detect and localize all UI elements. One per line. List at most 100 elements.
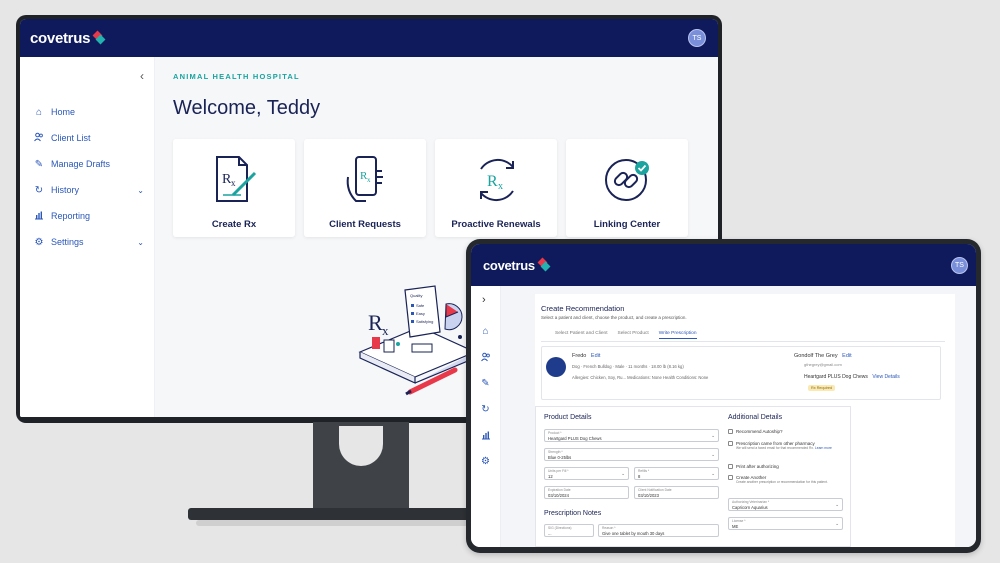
- svg-text:R: R: [368, 310, 383, 335]
- chevron-down-icon: ⌄: [711, 452, 715, 457]
- pencil-icon[interactable]: ✎: [471, 378, 500, 404]
- panel-title: Create Recommendation: [541, 304, 625, 313]
- additional-details-title: Additional Details: [728, 414, 783, 421]
- phone-rx-icon: R x: [346, 156, 383, 202]
- client-requests-card[interactable]: R x Client Requests: [304, 139, 426, 237]
- sidebar-item-label: Client List: [51, 133, 91, 143]
- svg-text:x: x: [231, 178, 236, 188]
- sidebar-item-home[interactable]: ⌂ Home: [20, 99, 154, 125]
- create-another-checkbox[interactable]: Create Another Create another prescripti…: [728, 475, 843, 484]
- clients-icon[interactable]: [471, 352, 500, 378]
- checkbox[interactable]: [728, 464, 733, 469]
- prescription-form: Product Details Product * Heartgard PLUS…: [535, 406, 851, 547]
- top-bar: covetrus TS: [20, 19, 718, 57]
- expand-sidebar-icon[interactable]: ›: [482, 294, 486, 306]
- renewal-rx-icon: R x: [480, 158, 514, 202]
- checkbox-note: Create another prescription or recommend…: [736, 480, 828, 484]
- sig-directions-field[interactable]: SIG (Directions) ...: [544, 524, 594, 537]
- step-select-patient[interactable]: Select Patient and Client: [555, 331, 608, 339]
- checkbox[interactable]: [728, 429, 733, 434]
- card-label: Client Requests: [329, 219, 401, 230]
- step-write-prescription[interactable]: Write Prescription: [658, 331, 697, 339]
- field-value: 8: [638, 474, 641, 480]
- covetrus-logo[interactable]: covetrus: [30, 30, 106, 47]
- svg-text:x: x: [382, 323, 389, 338]
- product-name: Heartgard PLUS Dog Chews: [804, 374, 868, 380]
- avatar[interactable]: TS: [688, 29, 706, 47]
- field-value: ME: [732, 524, 739, 530]
- patient-name-row: Fredo Edit: [572, 353, 600, 359]
- field-value: Capricorn Aquarius: [732, 505, 768, 511]
- create-rx-card[interactable]: R x Create Rx: [173, 139, 295, 237]
- sex: Male: [615, 364, 625, 369]
- client-email: gthegrey@gmail.com: [804, 362, 842, 367]
- units-select[interactable]: Units per Fill * 12 ⌄: [544, 467, 629, 480]
- covetrus-logo[interactable]: covetrus: [483, 257, 551, 273]
- divider: [541, 341, 945, 342]
- edit-patient-link[interactable]: Edit: [591, 353, 600, 359]
- sidebar-item-client-list[interactable]: Client List: [20, 125, 154, 151]
- clients-icon: [32, 132, 46, 145]
- sidebar: ‹ ⌂ Home Client List ✎ Manage Drafts ↻ H…: [20, 57, 155, 417]
- checkbox[interactable]: [728, 475, 733, 480]
- sidebar-item-label: History: [51, 185, 80, 195]
- patient-summary-card: Fredo Edit Dog · French Bulldog · Male ·…: [541, 346, 941, 400]
- expiration-date-field[interactable]: Expiration Date 03/10/2024: [544, 486, 629, 499]
- gear-icon: ⚙: [34, 236, 44, 248]
- field-label: Units per Fill *: [548, 469, 569, 473]
- checkbox-label: Print after authorizing: [736, 464, 779, 469]
- action-cards: R x Create Rx R x Client Requests R x Pr…: [173, 139, 688, 237]
- refills-select[interactable]: Refills * 8 ⌄: [634, 467, 719, 480]
- authorizing-vet-select[interactable]: Authorizing Veterinarian * Capricorn Aqu…: [728, 498, 843, 511]
- checkbox-label: Recommend Autoship?: [736, 429, 783, 434]
- chevron-down-icon: ⌄: [711, 433, 715, 438]
- card-label: Linking Center: [593, 219, 661, 230]
- history-icon[interactable]: ↻: [471, 404, 500, 430]
- other-pharmacy-checkbox[interactable]: Prescription came from other pharmacy We…: [728, 441, 843, 450]
- sidebar-item-reporting[interactable]: Reporting: [20, 203, 154, 229]
- sidebar-item-settings[interactable]: ⚙ Settings ⌄: [20, 229, 154, 255]
- checklist-item: Safe: [416, 303, 425, 308]
- edit-client-link[interactable]: Edit: [842, 353, 851, 359]
- sidebar-nav: ⌂ Home Client List ✎ Manage Drafts ↻ His…: [20, 99, 154, 255]
- reason-field[interactable]: Reason * Give one tablet by mouth 30 day…: [598, 524, 719, 537]
- allergies-label: Allergies:: [572, 375, 590, 380]
- field-value: Blue 0-25lbs: [548, 455, 572, 461]
- checklist-item: Satisfying: [416, 319, 433, 324]
- field-value: Heartgard PLUS Dog Chews: [548, 436, 602, 442]
- learn-more-link[interactable]: Learn more: [815, 446, 832, 450]
- field-label: SIG (Directions): [548, 526, 572, 530]
- checkbox[interactable]: [728, 441, 733, 446]
- view-details-link[interactable]: View Details: [872, 374, 899, 380]
- sidebar-item-manage-drafts[interactable]: ✎ Manage Drafts: [20, 151, 154, 177]
- linking-center-card[interactable]: Linking Center: [566, 139, 688, 237]
- proactive-renewals-card[interactable]: R x Proactive Renewals: [435, 139, 557, 237]
- client-name-row: Gondolf The Grey Edit: [794, 353, 852, 359]
- step-select-product[interactable]: Select Product: [618, 331, 649, 339]
- checklist-title: Quality: [410, 293, 422, 298]
- logo-mark-icon: [92, 30, 106, 45]
- chevron-down-icon: ⌄: [835, 521, 839, 526]
- notification-date-field[interactable]: Client Notification Date 03/10/2023: [634, 486, 719, 499]
- logo-text: covetrus: [483, 257, 535, 273]
- age: 11 months: [628, 364, 648, 369]
- chart-icon[interactable]: [471, 430, 500, 456]
- avatar[interactable]: TS: [951, 256, 968, 274]
- field-value: 03/10/2023: [638, 493, 659, 499]
- tablet-device: covetrus TS › ⌂ ✎ ↻ ⚙ Create Recommendat…: [466, 239, 981, 553]
- product-select[interactable]: Product * Heartgard PLUS Dog Chews ⌄: [544, 429, 719, 442]
- svg-text:x: x: [498, 181, 503, 192]
- strength-select[interactable]: Strength * Blue 0-25lbs ⌄: [544, 448, 719, 461]
- collapse-sidebar-icon[interactable]: ‹: [140, 69, 144, 83]
- tablet-top-bar: covetrus TS: [471, 244, 976, 286]
- tablet-nav: ⌂ ✎ ↻ ⚙: [471, 326, 500, 482]
- print-checkbox[interactable]: Print after authorizing: [728, 464, 779, 469]
- gear-icon[interactable]: ⚙: [471, 456, 500, 482]
- home-icon[interactable]: ⌂: [471, 326, 500, 352]
- page-title: Welcome, Teddy: [173, 97, 321, 119]
- link-check-icon: [605, 159, 649, 201]
- field-value: ...: [548, 531, 552, 537]
- license-select[interactable]: License * ME ⌄: [728, 517, 843, 530]
- sidebar-item-history[interactable]: ↻ History ⌄: [20, 177, 154, 203]
- autoship-checkbox[interactable]: Recommend Autoship?: [728, 429, 783, 434]
